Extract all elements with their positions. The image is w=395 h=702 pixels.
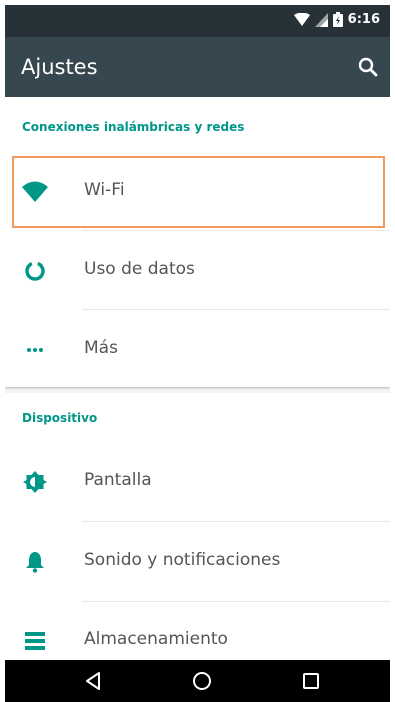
settings-item-label: Almacenamiento: [84, 629, 228, 649]
settings-item-display[interactable]: Pantalla: [5, 442, 390, 522]
page-title: Ajustes: [21, 55, 98, 79]
settings-screen: 6:16 Ajustes Conexiones inalámbricas y r…: [5, 5, 390, 702]
wifi-signal-icon: [293, 12, 310, 26]
settings-item-label: Más: [84, 338, 118, 358]
data-usage-icon: [25, 261, 45, 281]
storage-icon: [25, 632, 45, 650]
section-device: Dispositivo Pantalla Sonido y notificaci…: [5, 393, 390, 660]
section-wireless: Conexiones inalámbricas y redes Wi-Fi Us…: [5, 97, 390, 387]
settings-item-label: Uso de datos: [84, 259, 195, 279]
app-bar: Ajustes: [5, 37, 390, 97]
search-icon[interactable]: [354, 53, 382, 81]
navigation-bar: [5, 660, 390, 702]
status-time: 6:16: [347, 12, 380, 27]
settings-item-label: Pantalla: [84, 470, 152, 490]
settings-list: Conexiones inalámbricas y redes Wi-Fi Us…: [5, 97, 390, 660]
home-icon[interactable]: [188, 667, 216, 695]
section-header-device: Dispositivo: [22, 411, 98, 425]
selection-highlight: [12, 156, 385, 228]
settings-item-data-usage[interactable]: Uso de datos: [5, 231, 390, 311]
settings-item-more[interactable]: Más: [5, 310, 390, 390]
settings-item-label: Sonido y notificaciones: [84, 550, 281, 570]
bell-icon: [26, 552, 44, 573]
settings-item-sound[interactable]: Sonido y notificaciones: [5, 522, 390, 602]
section-header-wireless: Conexiones inalámbricas y redes: [22, 120, 245, 134]
settings-item-storage[interactable]: Almacenamiento: [5, 601, 390, 660]
cell-signal-icon: [314, 12, 328, 27]
more-icon: [27, 348, 43, 352]
back-icon[interactable]: [80, 667, 108, 695]
brightness-icon: [23, 471, 47, 493]
recents-icon[interactable]: [297, 667, 325, 695]
battery-icon: [332, 12, 343, 27]
status-bar: 6:16: [5, 5, 390, 37]
